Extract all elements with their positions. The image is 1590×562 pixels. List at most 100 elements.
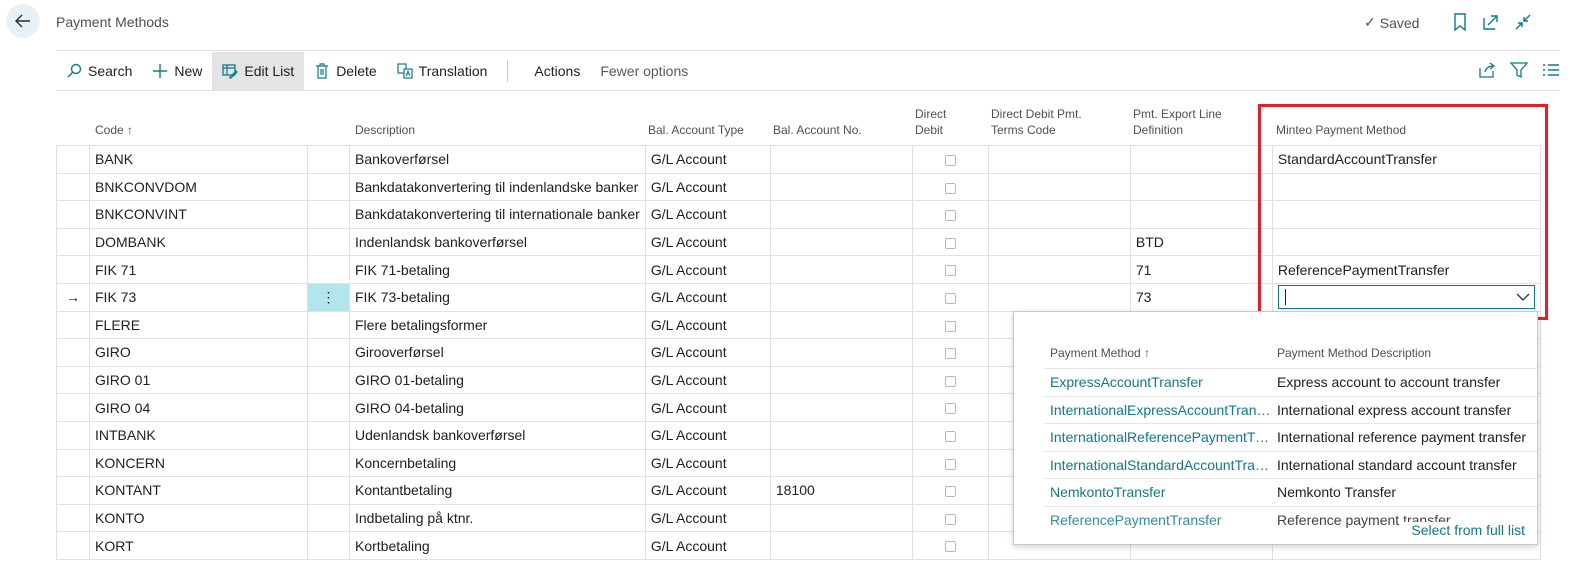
bal-account-no-cell[interactable] xyxy=(769,503,913,533)
dd-col-header-desc[interactable]: Payment Method Description xyxy=(1277,346,1431,360)
direct-debit-cell[interactable] xyxy=(911,255,989,284)
row-menu-cell[interactable] xyxy=(307,531,350,560)
description-cell[interactable]: Flere betalingsformer xyxy=(349,310,646,340)
code-cell[interactable]: GIRO 01 xyxy=(89,365,308,395)
dropdown-item-method[interactable]: InternationalExpressAccountTransfer xyxy=(1044,402,1271,418)
code-cell[interactable]: BNKCONVINT xyxy=(89,200,308,229)
direct-debit-checkbox[interactable] xyxy=(944,541,956,553)
row-indicator[interactable] xyxy=(56,531,90,560)
minteo-cell[interactable] xyxy=(1271,172,1541,202)
bal-account-no-cell[interactable] xyxy=(769,310,913,340)
minteo-cell[interactable] xyxy=(1271,200,1541,229)
description-cell[interactable]: GIRO 01-betaling xyxy=(349,365,646,395)
open-new-window-icon[interactable] xyxy=(1481,12,1501,32)
dropdown-item-method[interactable]: ExpressAccountTransfer xyxy=(1044,374,1271,390)
direct-debit-checkbox[interactable] xyxy=(944,210,956,222)
dd-terms-cell[interactable] xyxy=(987,227,1131,257)
bal-account-no-cell[interactable] xyxy=(769,531,913,560)
table-row[interactable]: BANK Bankoverførsel G/L Account StandardAcc… xyxy=(56,145,1541,174)
row-indicator[interactable] xyxy=(56,200,90,229)
dropdown-item[interactable]: InternationalReferencePaymentTra... Inter… xyxy=(1044,423,1537,451)
bal-account-type-cell[interactable]: G/L Account xyxy=(644,282,771,312)
direct-debit-cell[interactable] xyxy=(911,365,989,395)
pmt-export-cell[interactable] xyxy=(1129,172,1273,202)
code-cell[interactable]: KONTANT xyxy=(89,476,308,505)
direct-debit-checkbox[interactable] xyxy=(944,182,956,194)
minteo-cell[interactable]: StandardAccountTransfer xyxy=(1271,145,1541,174)
direct-debit-checkbox[interactable] xyxy=(944,375,956,387)
bal-account-no-cell[interactable] xyxy=(769,255,913,284)
direct-debit-checkbox[interactable] xyxy=(944,155,956,167)
direct-debit-cell[interactable] xyxy=(911,531,989,560)
description-cell[interactable]: Kortbetaling xyxy=(349,531,646,560)
minteo-cell[interactable] xyxy=(1271,227,1541,257)
col-header-minteo[interactable]: Minteo Payment Method xyxy=(1276,122,1406,138)
new-button[interactable]: New xyxy=(142,52,212,90)
bal-account-type-cell[interactable]: G/L Account xyxy=(644,420,771,450)
bal-account-type-cell[interactable]: G/L Account xyxy=(644,145,771,174)
dd-terms-cell[interactable] xyxy=(987,200,1131,229)
code-cell[interactable]: FLERE xyxy=(89,310,308,340)
code-cell[interactable]: GIRO 04 xyxy=(89,393,308,422)
dropdown-item[interactable]: ExpressAccountTransfer Express account to… xyxy=(1044,368,1537,396)
pmt-export-cell[interactable]: 73 xyxy=(1129,282,1273,312)
row-menu-cell[interactable] xyxy=(307,476,350,505)
actions-menu[interactable]: Actions xyxy=(524,52,590,90)
direct-debit-checkbox[interactable] xyxy=(944,486,956,498)
bal-account-no-cell[interactable] xyxy=(769,448,913,478)
bal-account-no-cell[interactable] xyxy=(769,420,913,450)
code-cell[interactable]: DOMBANK xyxy=(89,227,308,257)
bal-account-type-cell[interactable]: G/L Account xyxy=(644,365,771,395)
direct-debit-cell[interactable] xyxy=(911,420,989,450)
dropdown-item[interactable]: NemkontoTransfer Nemkonto Transfer xyxy=(1044,478,1537,506)
bal-account-type-cell[interactable]: G/L Account xyxy=(644,531,771,560)
row-menu-cell[interactable] xyxy=(307,227,350,257)
col-header-bal-account-type[interactable]: Bal. Account Type xyxy=(648,122,744,138)
description-cell[interactable]: Udenlandsk bankoverførsel xyxy=(349,420,646,450)
direct-debit-checkbox[interactable] xyxy=(944,431,956,443)
row-menu-cell[interactable] xyxy=(307,448,350,478)
code-cell[interactable]: FIK 73 xyxy=(89,282,308,312)
pmt-export-cell[interactable] xyxy=(1129,145,1273,174)
bal-account-type-cell[interactable]: G/L Account xyxy=(644,448,771,478)
bal-account-type-cell[interactable]: G/L Account xyxy=(644,172,771,202)
bal-account-type-cell[interactable]: G/L Account xyxy=(644,503,771,533)
direct-debit-checkbox[interactable] xyxy=(944,320,956,332)
table-row[interactable]: FIK 71 FIK 71-betaling G/L Account 71 Refere… xyxy=(56,255,1541,284)
list-view-icon[interactable] xyxy=(1542,62,1560,81)
pmt-export-cell[interactable] xyxy=(1129,200,1273,229)
row-menu-cell[interactable] xyxy=(307,503,350,533)
dd-terms-cell[interactable] xyxy=(987,255,1131,284)
table-row[interactable]: → FIK 73 ⋮ FIK 73-betaling G/L Account 73 xyxy=(56,282,1541,312)
description-cell[interactable]: GIRO 04-betaling xyxy=(349,393,646,422)
direct-debit-cell[interactable] xyxy=(911,310,989,340)
table-row[interactable]: BNKCONVINT Bankdatakonvertering til inter… xyxy=(56,200,1541,229)
minteo-cell[interactable]: ReferencePaymentTransfer xyxy=(1271,255,1541,284)
row-indicator[interactable] xyxy=(56,145,90,174)
bal-account-type-cell[interactable]: G/L Account xyxy=(644,227,771,257)
code-cell[interactable]: KONTO xyxy=(89,503,308,533)
description-cell[interactable]: Indenlandsk bankoverførsel xyxy=(349,227,646,257)
bal-account-type-cell[interactable]: G/L Account xyxy=(644,255,771,284)
col-header-dd-terms[interactable]: Direct Debit Pmt. Terms Code xyxy=(991,106,1082,138)
chevron-down-icon[interactable] xyxy=(1516,292,1530,302)
col-header-direct-debit[interactable]: Direct Debit xyxy=(915,106,946,138)
code-cell[interactable]: KORT xyxy=(89,531,308,560)
description-cell[interactable]: Bankdatakonvertering til indenlandske ba… xyxy=(349,172,646,202)
col-header-pmt-export[interactable]: Pmt. Export Line Definition xyxy=(1133,106,1222,138)
row-menu-cell[interactable] xyxy=(307,420,350,450)
code-cell[interactable]: GIRO xyxy=(89,338,308,367)
direct-debit-checkbox[interactable] xyxy=(944,458,956,470)
bal-account-no-cell[interactable] xyxy=(769,365,913,395)
dd-terms-cell[interactable] xyxy=(987,172,1131,202)
dropdown-item-method[interactable]: ReferencePaymentTransfer xyxy=(1044,512,1271,528)
bal-account-type-cell[interactable]: G/L Account xyxy=(644,476,771,505)
bal-account-no-cell[interactable]: 18100 xyxy=(769,476,913,505)
direct-debit-checkbox[interactable] xyxy=(944,513,956,525)
row-menu-cell[interactable] xyxy=(307,393,350,422)
row-indicator[interactable] xyxy=(56,338,90,367)
code-cell[interactable]: BANK xyxy=(89,145,308,174)
col-header-code[interactable]: Code ↑ xyxy=(95,122,133,138)
bal-account-type-cell[interactable]: G/L Account xyxy=(644,393,771,422)
row-menu-cell[interactable] xyxy=(307,255,350,284)
